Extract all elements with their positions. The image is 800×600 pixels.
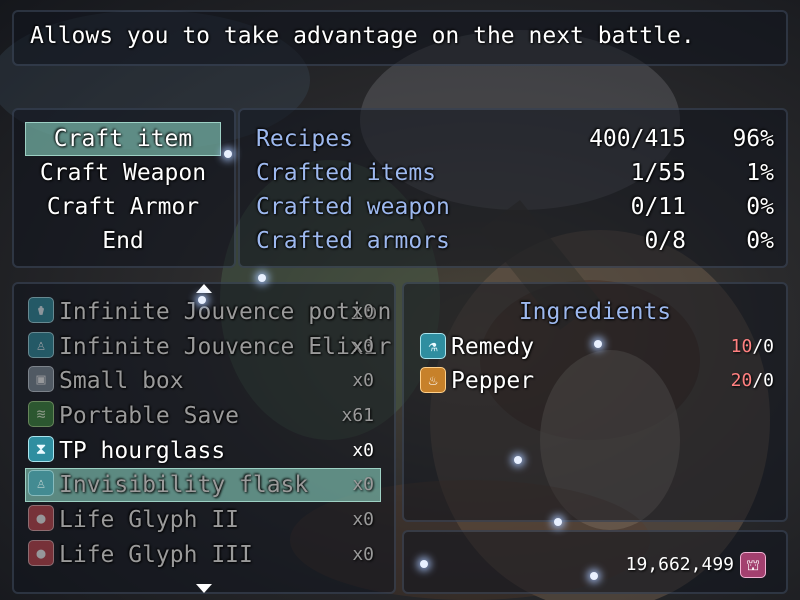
ingredient-name: Remedy bbox=[451, 334, 535, 360]
pepper-bottle-icon: ♨ bbox=[420, 367, 446, 393]
elixir-figure-icon: ♙ bbox=[28, 332, 54, 358]
scroll-down-arrow-icon[interactable] bbox=[196, 584, 212, 593]
ingredient-need: /0 bbox=[752, 370, 774, 391]
scroll-up-arrow-icon[interactable] bbox=[196, 284, 212, 293]
ingredient-name: Pepper bbox=[451, 368, 535, 394]
scroll-icon: ≋ bbox=[28, 401, 54, 427]
stat-count-crafted-weapon: 0/11 bbox=[630, 194, 686, 220]
item-name: Small box bbox=[59, 368, 184, 394]
command-craft-item[interactable]: Craft item bbox=[25, 122, 221, 156]
item-quantity: x61 bbox=[341, 405, 374, 426]
item-name: Invisibility flask bbox=[59, 472, 309, 498]
sparkle-particle bbox=[198, 296, 206, 304]
sparkle-particle bbox=[224, 150, 232, 158]
ingredient-have: 20 bbox=[730, 370, 753, 391]
item-quantity: x0 bbox=[352, 509, 374, 530]
remedy-jar-icon: ⚗ bbox=[420, 333, 446, 359]
stat-label-crafted-armors: Crafted armors bbox=[256, 228, 450, 254]
ingredient-have: 10 bbox=[730, 336, 753, 357]
ingredients-header: Ingredients bbox=[518, 299, 672, 325]
box-icon: ▣ bbox=[28, 366, 54, 392]
sparkle-particle bbox=[594, 340, 602, 348]
stat-percent-crafted-items: 1% bbox=[746, 160, 774, 186]
gold-currency-icon: ⛫ bbox=[740, 552, 766, 578]
sparkle-particle bbox=[590, 572, 598, 580]
ingredient-amount: 20/0 bbox=[694, 364, 774, 398]
stat-count-crafted-items: 1/55 bbox=[630, 160, 686, 186]
stat-label-crafted-items: Crafted items bbox=[256, 160, 437, 186]
stat-label-recipes: Recipes bbox=[256, 126, 353, 152]
stat-percent-crafted-armors: 0% bbox=[746, 228, 774, 254]
item-quantity: x0 bbox=[352, 544, 374, 565]
item-name: Life Glyph II bbox=[59, 507, 240, 533]
gold-value: 19,662,499 bbox=[625, 554, 734, 575]
ingredient-need: /0 bbox=[752, 336, 774, 357]
flask-figure-icon: ♙ bbox=[28, 470, 54, 496]
sparkle-particle bbox=[420, 560, 428, 568]
item-quantity: x0 bbox=[352, 440, 374, 461]
command-craft-armor[interactable]: Craft Armor bbox=[25, 190, 221, 224]
help-text: Allows you to take advantage on the next… bbox=[30, 23, 695, 49]
command-craft-weapon[interactable]: Craft Weapon bbox=[25, 156, 221, 190]
hourglass-icon: ⧗ bbox=[28, 436, 54, 462]
item-quantity: x0 bbox=[352, 301, 374, 322]
stat-percent-recipes: 96% bbox=[732, 126, 774, 152]
sparkle-particle bbox=[258, 274, 266, 282]
item-name: TP hourglass bbox=[59, 438, 226, 464]
item-name: Life Glyph III bbox=[59, 542, 253, 568]
item-name: Portable Save bbox=[59, 403, 240, 429]
sparkle-particle bbox=[514, 456, 522, 464]
sparkle-particle bbox=[554, 518, 562, 526]
stat-percent-crafted-weapon: 0% bbox=[746, 194, 774, 220]
stat-count-recipes: 400/415 bbox=[589, 126, 686, 152]
ingredient-amount: 10/0 bbox=[694, 330, 774, 364]
command-end[interactable]: End bbox=[25, 224, 221, 258]
item-quantity: x0 bbox=[352, 474, 374, 495]
potion-bottle-icon: ⚱ bbox=[28, 297, 54, 323]
item-quantity: x0 bbox=[352, 370, 374, 391]
red-glyph-icon: ● bbox=[28, 505, 54, 531]
red-glyph-icon: ● bbox=[28, 540, 54, 566]
stat-count-crafted-armors: 0/8 bbox=[644, 228, 686, 254]
stat-label-crafted-weapon: Crafted weapon bbox=[256, 194, 450, 220]
item-quantity: x0 bbox=[352, 336, 374, 357]
